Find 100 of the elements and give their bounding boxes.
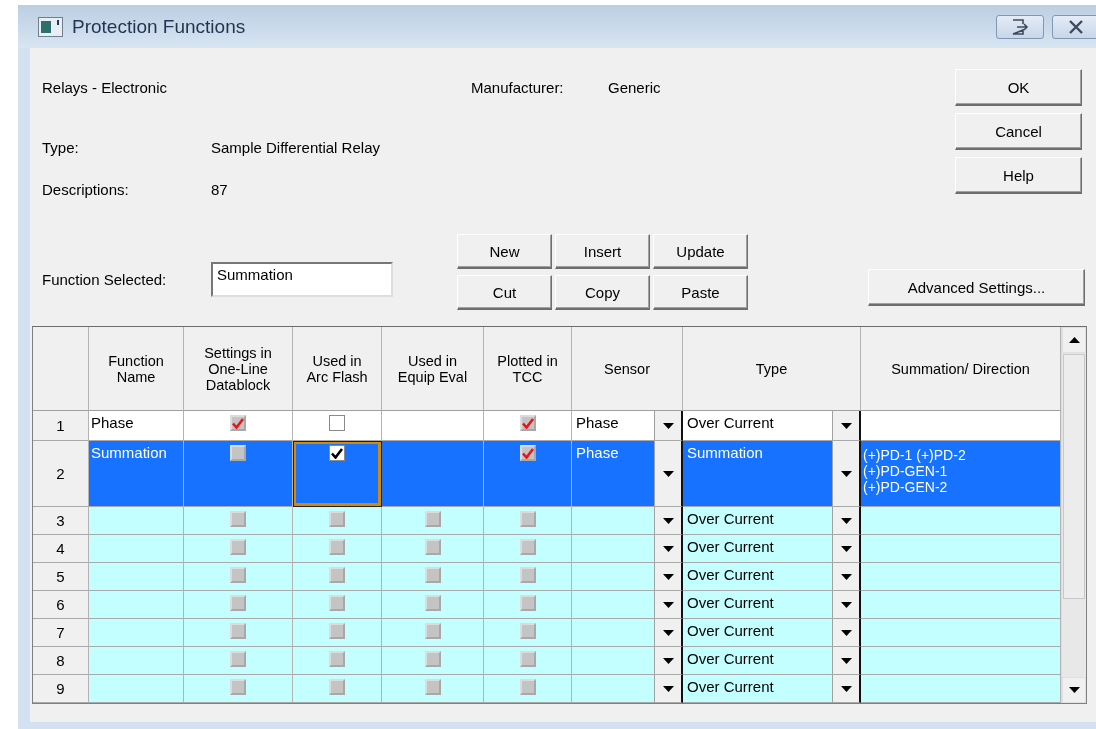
dropdown-button[interactable]: [654, 647, 681, 674]
dialog-button[interactable]: Help: [955, 157, 1082, 194]
scroll-up-button[interactable]: [1062, 327, 1086, 353]
edit-button[interactable]: Insert: [555, 234, 650, 269]
close-button[interactable]: [1052, 14, 1096, 39]
close-icon: [1068, 19, 1084, 34]
label-text: Relays - Electronic: [42, 79, 169, 97]
field-value: Summation: [686, 443, 764, 463]
checkbox[interactable]: [329, 445, 345, 461]
down-arrow-icon: [1068, 687, 1080, 693]
dropdown-button[interactable]: [832, 619, 859, 646]
table-row[interactable]: 3 Over Current: [33, 507, 1061, 535]
check-icon: [232, 417, 244, 429]
row-number[interactable]: 9: [33, 675, 89, 703]
table-row[interactable]: 9 Over Current: [33, 675, 1061, 703]
table-row[interactable]: 1 Phase Phase Over Current: [33, 411, 1061, 441]
field-value: Over Current: [686, 593, 775, 613]
scroll-down-button[interactable]: [1062, 677, 1086, 703]
dialog-button[interactable]: OK: [955, 69, 1082, 106]
dropdown-button[interactable]: [654, 563, 681, 590]
table-row[interactable]: 7 Over Current: [33, 619, 1061, 647]
dropdown-button[interactable]: [832, 591, 859, 618]
dropdown-button[interactable]: [654, 675, 681, 702]
dropdown-button[interactable]: [832, 675, 859, 702]
dropdown-button[interactable]: [654, 411, 681, 440]
edit-button[interactable]: Update: [653, 234, 748, 269]
field-value: Over Current: [686, 413, 775, 433]
window-title: Protection Functions: [72, 15, 246, 38]
dropdown-button[interactable]: [832, 411, 859, 440]
input-field[interactable]: Summation: [211, 262, 393, 297]
checkbox-cell[interactable]: [293, 411, 382, 441]
row-number[interactable]: 3: [33, 507, 89, 535]
caret-icon: [662, 657, 674, 664]
checkbox[interactable]: [329, 415, 345, 431]
caret-icon: [662, 422, 674, 429]
field-value: Over Current: [686, 621, 775, 641]
row-number[interactable]: 6: [33, 591, 89, 619]
caret-icon: [840, 545, 852, 552]
dropdown-button[interactable]: [832, 507, 859, 534]
field-value: Over Current: [686, 677, 775, 697]
field-value: Over Current: [686, 509, 775, 529]
frame-arrow-icon: [1011, 18, 1029, 35]
table-row[interactable]: 8 Over Current: [33, 647, 1061, 675]
field-value: Phase: [575, 413, 620, 433]
edit-button[interactable]: New: [457, 234, 552, 269]
dropdown-field[interactable]: [572, 675, 683, 703]
dropdown-button[interactable]: [832, 563, 859, 590]
label-text: Manufacturer:: [471, 79, 565, 97]
window-icon: [38, 16, 63, 37]
caret-icon: [840, 573, 852, 580]
row-number[interactable]: 8: [33, 647, 89, 675]
scroll-thumb[interactable]: [1063, 354, 1085, 599]
scrollbar[interactable]: [1061, 327, 1086, 703]
caret-icon: [840, 422, 852, 429]
dropdown-button[interactable]: [654, 507, 681, 534]
check-icon: [331, 447, 343, 459]
check-icon: [521, 447, 534, 459]
field-value: Over Current: [686, 649, 775, 669]
caret-icon: [662, 601, 674, 608]
row-number[interactable]: 5: [33, 563, 89, 591]
label-text: Function Selected:: [42, 271, 168, 288]
label-text: 87: [211, 181, 228, 199]
row-number[interactable]: 7: [33, 619, 89, 647]
table-row[interactable]: 4 Over Current: [33, 535, 1061, 563]
dropdown-field[interactable]: Phase: [572, 441, 683, 507]
dropdown-button[interactable]: [832, 535, 859, 562]
caret-icon: [662, 629, 674, 636]
dropdown-button[interactable]: [832, 647, 859, 674]
check-icon: [521, 417, 534, 429]
row-number[interactable]: 2: [33, 441, 89, 507]
field-value: Over Current: [686, 565, 775, 585]
caret-icon: [662, 517, 674, 524]
dialog-button[interactable]: Cancel: [955, 113, 1082, 150]
caret-icon: [840, 517, 852, 524]
caret-icon: [662, 545, 674, 552]
dropdown-button[interactable]: [654, 591, 681, 618]
table-row[interactable]: 5 Over Current: [33, 563, 1061, 591]
up-arrow-icon: [1068, 337, 1080, 343]
label-text: Type:: [42, 139, 80, 157]
label-text: Generic: [608, 79, 661, 97]
row-number[interactable]: 4: [33, 535, 89, 563]
window-button[interactable]: [996, 14, 1044, 39]
dropdown-button[interactable]: [654, 535, 681, 562]
dropdown-field[interactable]: Over Current: [683, 675, 861, 703]
caret-icon: [840, 629, 852, 636]
caret-icon: [840, 657, 852, 664]
table-row[interactable]: 2 Summation Phase Summation (+)PD-1 (+)PD-2 (+)PD-GEN-1 (+)PD-GEN-2: [33, 441, 1061, 507]
caret-icon: [840, 685, 852, 692]
row-number[interactable]: 1: [33, 411, 89, 441]
caret-icon: [662, 685, 674, 692]
label-text: Descriptions:: [42, 181, 130, 199]
dropdown-button[interactable]: [654, 619, 681, 646]
checkbox-cell[interactable]: [293, 441, 382, 507]
table-row[interactable]: 6 Over Current: [33, 591, 1061, 619]
edit-button[interactable]: Copy: [555, 275, 650, 310]
caret-icon: [662, 573, 674, 580]
field-value: Over Current: [686, 537, 775, 557]
advanced-settings-button[interactable]: Advanced Settings...: [868, 269, 1085, 306]
edit-button[interactable]: Paste: [653, 275, 748, 310]
edit-button[interactable]: Cut: [457, 275, 552, 310]
